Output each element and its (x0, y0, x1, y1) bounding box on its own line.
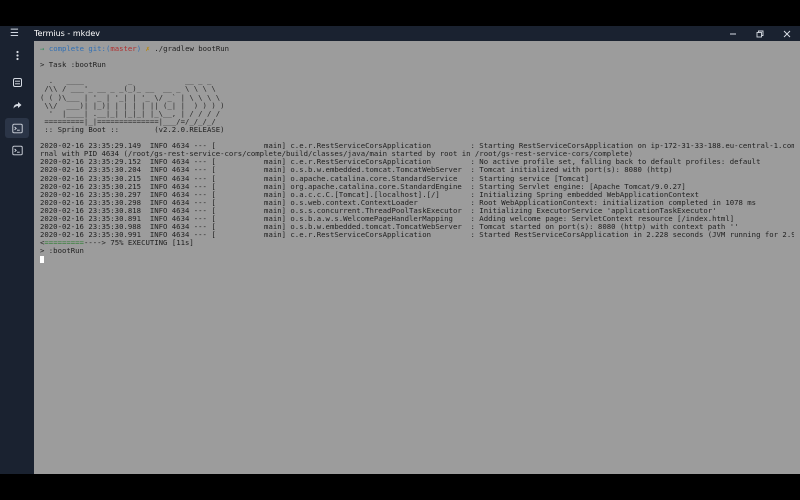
more-vertical-icon (15, 50, 19, 60)
sidebar-item-terminal[interactable] (5, 140, 29, 160)
command-text: ./gradlew bootRun (154, 44, 230, 53)
minimize-icon[interactable] (719, 26, 746, 41)
gradle-progress-line: <=========----> 75% EXECUTING [11s] (40, 239, 792, 247)
task-line: > Task :bootRun (40, 60, 106, 70)
prompt-directory: complete (48, 44, 84, 53)
current-task-line: > :bootRun (40, 246, 84, 256)
git-branch: master (110, 44, 137, 53)
close-icon[interactable] (773, 26, 800, 41)
port-forwarding-icon (13, 101, 21, 108)
dirty-marker: ✗ (145, 44, 150, 53)
prompt-arrow: → (40, 44, 45, 53)
terminal-icon (11, 123, 23, 133)
sidebar-item-hosts[interactable] (5, 72, 29, 92)
spring-boot-version-line: :: Spring Boot :: (v2.2.0.RELEASE) (40, 124, 225, 134)
hosts-icon (12, 77, 22, 87)
window-title: Termius - mkdev (34, 29, 100, 38)
git-label: git:( (88, 44, 111, 53)
git-label-close: ) (136, 44, 142, 53)
restore-icon[interactable] (746, 26, 773, 41)
hamburger-icon[interactable]: ☰ (10, 28, 19, 39)
terminal-cursor (40, 256, 44, 264)
sidebar (0, 41, 34, 474)
terminal-view[interactable]: → complete git:(master) ✗ ./gradlew boot… (36, 41, 794, 474)
sidebar-more-button[interactable] (5, 45, 29, 65)
cursor-line (40, 255, 792, 264)
terminal-icon (11, 145, 23, 155)
termius-window: ☰ Termius - mkdev → complete git:(master… (0, 26, 800, 474)
terminal-output: → complete git:(master) ✗ ./gradlew boot… (40, 44, 794, 264)
progress-rest: ----> (83, 238, 111, 248)
sidebar-item-port-forwarding[interactable] (5, 95, 29, 115)
progress-status: 75% EXECUTING [11s] (110, 238, 194, 248)
sidebar-item-terminal-active[interactable] (5, 118, 29, 138)
window-controls (719, 26, 800, 41)
title-bar: ☰ Termius - mkdev (0, 26, 800, 41)
prompt-line: → complete git:(master) ✗ ./gradlew boot… (40, 44, 792, 53)
